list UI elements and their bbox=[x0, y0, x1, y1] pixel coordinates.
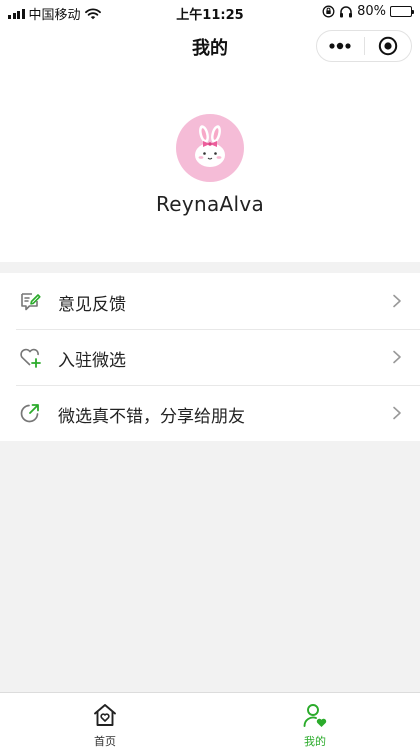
orientation-lock-icon bbox=[322, 5, 335, 18]
more-button[interactable] bbox=[317, 31, 364, 61]
battery-percent: 80% bbox=[357, 4, 386, 19]
feedback-edit-icon bbox=[21, 293, 41, 311]
close-button[interactable] bbox=[365, 31, 412, 61]
share-arrow-icon bbox=[20, 404, 39, 423]
battery-icon bbox=[390, 6, 414, 17]
more-dots-icon bbox=[329, 42, 351, 50]
bunny-avatar bbox=[195, 125, 225, 167]
menu-label: 入驻微选 bbox=[58, 351, 126, 371]
tab-label: 我的 bbox=[304, 735, 326, 747]
chevron-right-icon bbox=[393, 294, 401, 308]
menu-label: 意见反馈 bbox=[58, 295, 126, 315]
chevron-right-icon bbox=[393, 350, 401, 364]
menu-item-share[interactable]: 微选真不错，分享给朋友 bbox=[0, 385, 420, 441]
screen: 中国移动 上午11:25 80% 我的 ReynaAlva 意见反馈 入驻微选 … bbox=[0, 0, 420, 747]
status-right: 80% bbox=[322, 4, 414, 19]
chevron-right-icon bbox=[393, 406, 401, 420]
menu-item-join[interactable]: 入驻微选 bbox=[0, 329, 420, 385]
tab-bar: 首页 我的 bbox=[0, 692, 420, 747]
menu-item-feedback[interactable]: 意见反馈 bbox=[0, 273, 420, 329]
headphones-icon bbox=[340, 6, 353, 18]
nav-bar: 我的 bbox=[0, 24, 420, 68]
menu-list: 意见反馈 入驻微选 微选真不错，分享给朋友 bbox=[0, 273, 420, 441]
user-heart-icon bbox=[303, 704, 327, 727]
menu-label: 微选真不错，分享给朋友 bbox=[58, 407, 245, 427]
home-heart-icon bbox=[94, 704, 116, 726]
profile-section: ReynaAlva bbox=[0, 68, 420, 262]
target-circle-icon bbox=[378, 36, 397, 56]
heart-plus-icon bbox=[20, 348, 41, 368]
tab-home[interactable]: 首页 bbox=[0, 693, 210, 747]
tab-label: 首页 bbox=[94, 735, 116, 747]
mini-program-capsule bbox=[316, 30, 412, 62]
avatar[interactable] bbox=[176, 114, 244, 182]
status-bar: 中国移动 上午11:25 80% bbox=[0, 0, 420, 24]
username: ReynaAlva bbox=[155, 192, 265, 216]
tab-mine[interactable]: 我的 bbox=[210, 693, 420, 747]
